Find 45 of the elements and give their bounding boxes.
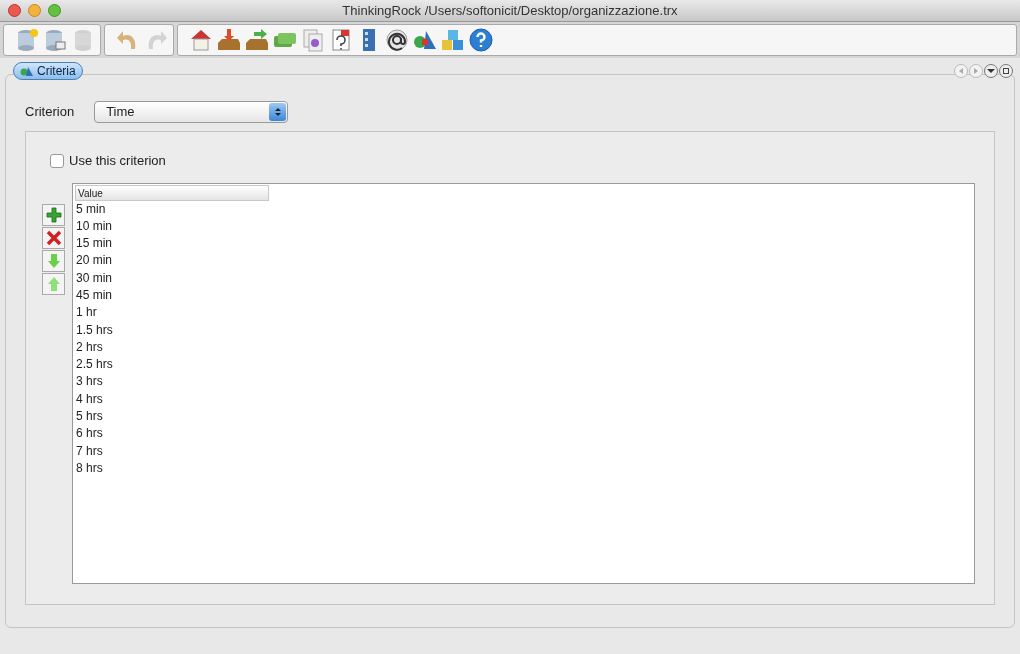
plus-icon — [45, 206, 62, 223]
minimize-window-button[interactable] — [28, 4, 41, 17]
cubes-icon[interactable] — [440, 27, 466, 53]
table-row[interactable]: 5 min — [75, 200, 106, 218]
inbox-icon[interactable] — [216, 27, 242, 53]
dropdown-button[interactable] — [984, 64, 998, 78]
up-arrow-icon — [46, 275, 61, 292]
tray-arrow-icon[interactable] — [244, 27, 270, 53]
delete-button[interactable] — [42, 226, 65, 249]
checkbox[interactable] — [50, 153, 64, 168]
criterion-label: Criterion — [25, 103, 75, 122]
window-title: ThinkingRock /Users/softonicit/Desktop/organizzazione.trx — [341, 1, 679, 20]
documents-icon[interactable] — [300, 27, 326, 53]
table-row[interactable]: 3 hrs — [75, 373, 103, 391]
at-sign-icon[interactable] — [384, 27, 410, 53]
table-row[interactable]: 7 hrs — [75, 442, 103, 460]
table-row[interactable]: 1.5 hrs — [75, 321, 113, 339]
add-button[interactable] — [42, 203, 65, 226]
table-row[interactable]: 6 hrs — [75, 425, 103, 443]
table-row[interactable]: 15 min — [75, 235, 113, 253]
table-row[interactable]: 5 hrs — [75, 408, 103, 426]
table-row[interactable]: 2.5 hrs — [75, 356, 113, 374]
table-row[interactable]: 20 min — [75, 252, 113, 270]
criterion-dropdown[interactable]: Time — [94, 101, 289, 123]
table-row[interactable]: 10 min — [75, 217, 113, 236]
down-arrow-icon — [46, 252, 61, 269]
zoom-window-button[interactable] — [48, 4, 61, 17]
scroll-left-button[interactable] — [954, 64, 968, 78]
shapes-icon — [20, 66, 34, 76]
column-header[interactable]: Value — [75, 184, 269, 201]
checkbox-label: Use this criterion — [69, 152, 166, 170]
table-row[interactable]: 4 hrs — [75, 390, 103, 409]
close-window-button[interactable] — [8, 4, 21, 17]
move-up-button[interactable] — [42, 272, 65, 295]
table-row[interactable]: 30 min — [75, 269, 113, 287]
maximize-button[interactable] — [999, 64, 1013, 78]
table-row[interactable]: 2 hrs — [75, 338, 103, 357]
table-row[interactable]: 8 hrs — [75, 459, 103, 478]
tab[interactable]: Criteria — [13, 62, 83, 80]
table-row[interactable]: 1 hr — [75, 304, 97, 322]
move-down-button[interactable] — [42, 249, 65, 272]
stepper-arrows-icon — [269, 103, 287, 121]
help-icon[interactable] — [468, 27, 494, 53]
cross-icon — [45, 229, 62, 246]
table-row[interactable]: 45 min — [75, 287, 113, 305]
